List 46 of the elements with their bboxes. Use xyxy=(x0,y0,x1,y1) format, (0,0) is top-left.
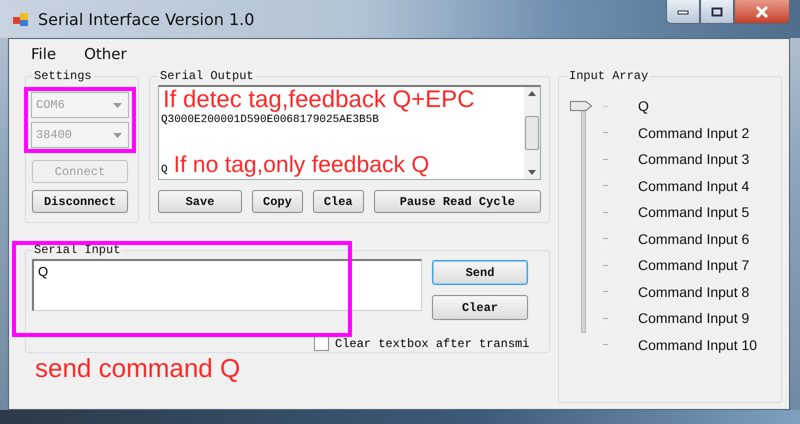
caret-icon xyxy=(113,132,122,138)
checkbox[interactable] xyxy=(314,336,329,351)
minimize-icon xyxy=(677,8,689,14)
array-item[interactable]: Command Input 8 xyxy=(638,284,750,300)
input-field[interactable]: Q xyxy=(32,259,422,311)
scrollbar[interactable] xyxy=(524,87,540,179)
array-item[interactable]: Command Input 5 xyxy=(638,204,750,220)
output-line: Q xyxy=(161,164,168,176)
array-item[interactable]: Q xyxy=(638,98,649,114)
output-button[interactable]: Save xyxy=(158,190,242,213)
app-icon xyxy=(12,10,30,28)
output-textbox[interactable]: If detec tag,feedback Q+EPC Q3000E200001D590E0068179025AE3B5B Q If no tag,only feedback Q xyxy=(158,85,541,180)
output-line: Q3000E200001D590E0068179025AE3B5B xyxy=(161,114,379,126)
array-item[interactable]: Command Input 3 xyxy=(638,151,750,168)
output-button[interactable]: Pause Read Cycle xyxy=(374,190,541,213)
array-item[interactable]: Command Input 4 xyxy=(638,178,750,194)
group-title: Serial Input xyxy=(33,243,122,257)
group-title: Input Array xyxy=(568,69,650,83)
window-title: Serial Interface Version 1.0 xyxy=(38,10,254,28)
annotation-text: If no tag,only feedback Q xyxy=(174,150,430,177)
output-button[interactable]: Copy xyxy=(252,190,303,213)
close-icon xyxy=(755,6,769,18)
maximize-button[interactable] xyxy=(700,0,734,24)
group-title: Serial Output xyxy=(159,69,255,83)
maximize-icon xyxy=(711,6,723,16)
array-item[interactable]: Command Input 7 xyxy=(638,257,750,274)
menu-item[interactable]: Other xyxy=(84,45,127,63)
slider-thumb[interactable] xyxy=(569,100,593,112)
array-item[interactable]: Command Input 6 xyxy=(638,230,750,247)
scroll-down-icon xyxy=(528,170,536,175)
array-item[interactable]: Command Input 9 xyxy=(638,310,750,326)
annotation-text: If detec tag,feedback Q+EPC xyxy=(163,86,475,114)
array-item[interactable]: Command Input 2 xyxy=(638,124,750,141)
output-button[interactable]: Clea xyxy=(312,190,364,213)
checkbox-label: Clear textbox after transmi xyxy=(335,336,530,350)
input-button[interactable]: Clear xyxy=(432,295,528,320)
close-button[interactable] xyxy=(734,0,790,24)
minimize-button[interactable] xyxy=(666,0,700,24)
scroll-up-icon xyxy=(528,91,536,96)
caret-icon xyxy=(113,102,122,108)
array-item[interactable]: Command Input 10 xyxy=(638,336,758,353)
group-title: Settings xyxy=(33,69,93,83)
disconnect-button[interactable]: Disconnect xyxy=(32,190,128,213)
menu-item[interactable]: File xyxy=(31,45,56,63)
annotation-text: send command Q xyxy=(35,353,242,384)
input-button[interactable]: Send xyxy=(432,260,528,285)
